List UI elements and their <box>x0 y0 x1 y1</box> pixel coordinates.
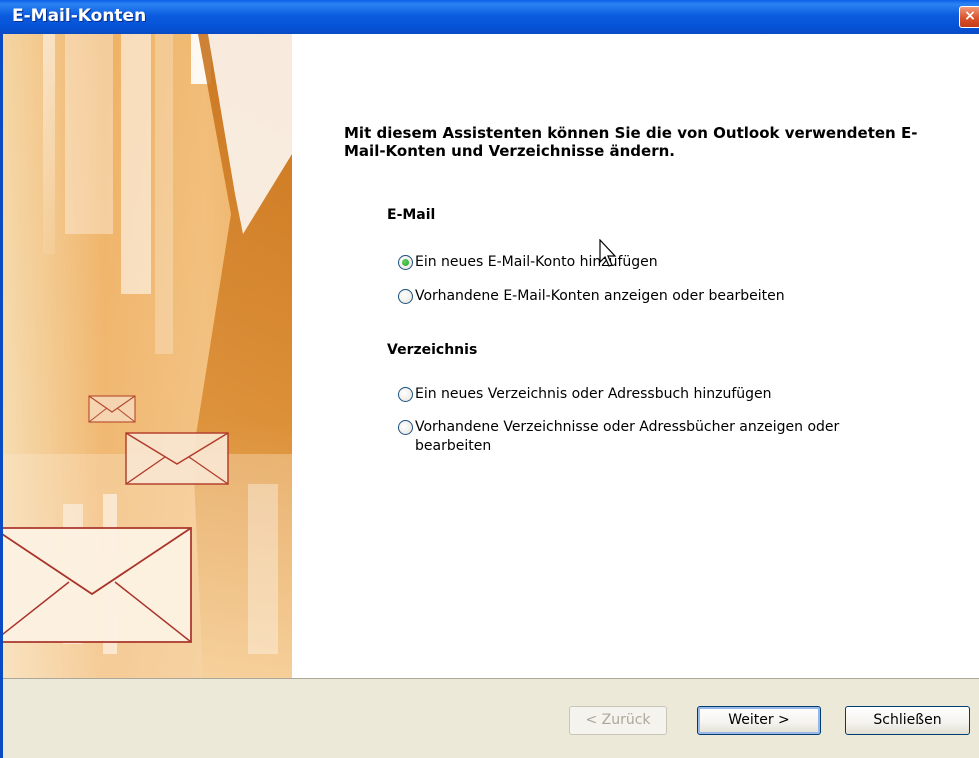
radio-label: Ein neues E-Mail-Konto hinzufügen <box>415 254 658 270</box>
next-button[interactable]: Weiter > <box>697 706 821 735</box>
section-title-email: E-Mail <box>387 207 436 223</box>
radio-add-directory[interactable]: Ein neues Verzeichnis oder Adressbuch hi… <box>398 385 772 404</box>
envelope-icon <box>3 527 192 643</box>
back-button[interactable]: < Zurück <box>569 706 667 735</box>
wizard-heading: Mit diesem Assistenten können Sie die vo… <box>344 124 918 160</box>
radio-icon[interactable] <box>398 387 413 402</box>
radio-icon[interactable] <box>398 255 413 270</box>
radio-label: Vorhandene Verzeichnisse oder Adressbüch… <box>415 419 840 454</box>
wizard-footer <box>3 678 979 758</box>
close-button[interactable]: Schließen <box>845 706 970 735</box>
section-title-directory: Verzeichnis <box>387 342 478 358</box>
radio-label: Ein neues Verzeichnis oder Adressbuch hi… <box>415 386 772 402</box>
close-icon[interactable]: × <box>959 6 979 28</box>
envelope-icon <box>88 395 136 423</box>
title-bar: E-Mail-Konten × <box>0 0 979 34</box>
window-title: E-Mail-Konten <box>12 6 147 26</box>
wizard-banner-image <box>3 34 292 678</box>
radio-label: Vorhandene E-Mail-Konten anzeigen oder b… <box>415 288 785 304</box>
mouse-cursor-icon <box>599 239 617 267</box>
radio-view-directories[interactable]: Vorhandene Verzeichnisse oder Adressbüch… <box>398 418 888 456</box>
envelope-icon <box>125 432 229 485</box>
radio-view-email-accounts[interactable]: Vorhandene E-Mail-Konten anzeigen oder b… <box>398 287 785 306</box>
radio-icon[interactable] <box>398 420 413 435</box>
radio-icon[interactable] <box>398 289 413 304</box>
